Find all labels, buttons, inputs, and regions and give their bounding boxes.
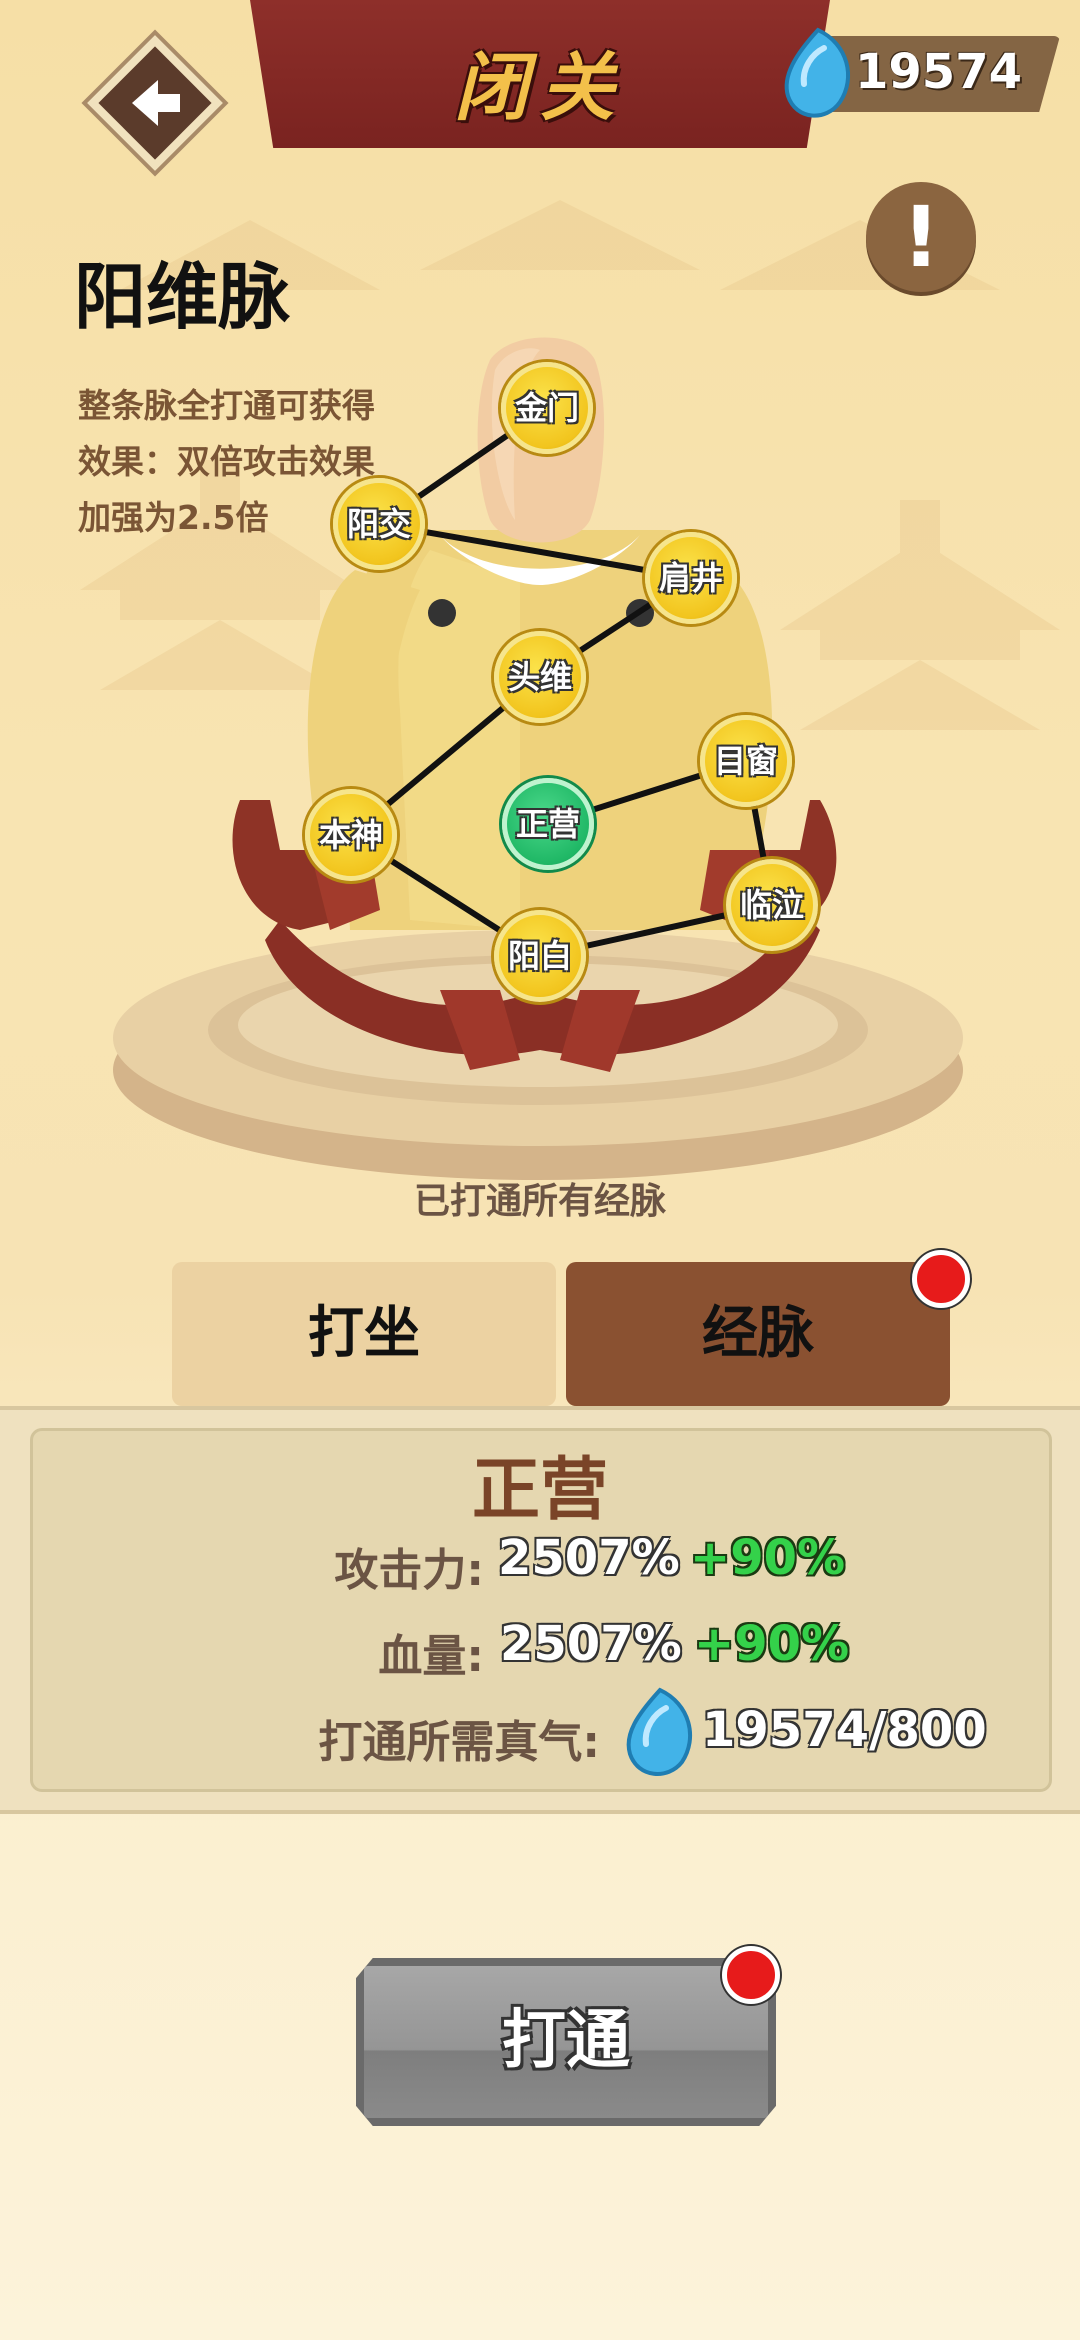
meditation-figure: 金门 阳交 肩井 头维 目窗 正营 本神 临泣 阳白	[0, 330, 1080, 1190]
hp-label: 血量:	[378, 1631, 484, 1682]
meridian-status: 已打通所有经脉	[413, 1181, 666, 1222]
acupoint-touwei[interactable]: 头维	[494, 631, 586, 723]
info-button[interactable]: !	[866, 182, 976, 292]
tab-meridian[interactable]: 经脉	[566, 1262, 950, 1406]
back-button[interactable]	[76, 24, 234, 182]
acupoint-yangjiao[interactable]: 阳交	[333, 478, 425, 570]
tab-meditate[interactable]: 打坐	[172, 1262, 556, 1406]
attack-value: 2507%	[498, 1530, 680, 1586]
attack-bonus: +90%	[690, 1530, 846, 1586]
figure-illustration	[113, 337, 963, 1180]
meridian-name: 阳维脉	[74, 255, 291, 339]
hp-bonus: +90%	[694, 1616, 850, 1672]
qi-drop-icon	[784, 27, 850, 118]
acupoint-linqi[interactable]: 临泣	[726, 859, 818, 951]
page-title: 闭关	[454, 45, 626, 131]
attack-label: 攻击力:	[334, 1545, 484, 1596]
selected-point-name: 正营	[471, 1451, 608, 1530]
acupoint-yangbai[interactable]: 阳白	[494, 910, 586, 1002]
acupoint-jianjing[interactable]: 肩井	[645, 532, 737, 624]
hp-value: 2507%	[500, 1616, 682, 1672]
break-through-button[interactable]: 打通	[356, 1958, 776, 2126]
currency-value: 19574	[855, 44, 1022, 100]
acupoint-zhengying-selected[interactable]: 正营	[502, 778, 594, 870]
notification-dot	[912, 1250, 970, 1308]
back-arrow-icon	[81, 29, 229, 177]
acupoint-benshen[interactable]: 本神	[305, 789, 397, 881]
qi-cost-value: 19574/800	[702, 1702, 987, 1758]
acupoint-muchuang[interactable]: 目窗	[700, 715, 792, 807]
acupoint-jinmen[interactable]: 金门	[501, 362, 593, 454]
notification-dot	[722, 1946, 780, 2004]
qi-cost-label: 打通所需真气:	[318, 1717, 600, 1768]
qi-drop-icon	[626, 1687, 692, 1776]
